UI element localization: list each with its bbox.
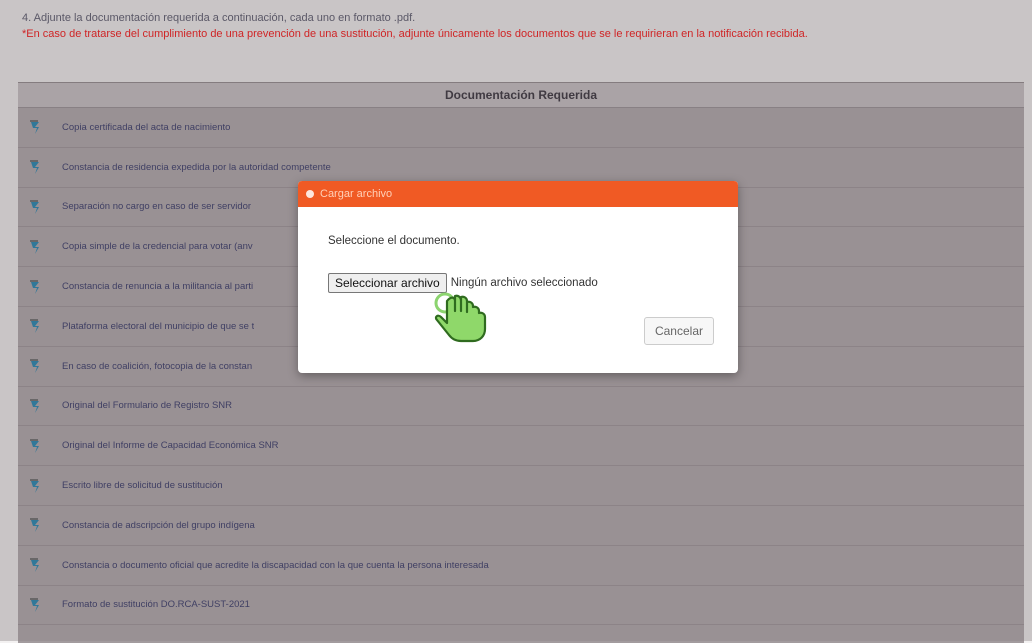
cancel-button[interactable]: Cancelar (643, 317, 714, 345)
upload-icon (306, 190, 314, 198)
hand-pointer-icon (434, 292, 487, 343)
page: 4. Adjunte la documentación requerida a … (0, 0, 1032, 643)
dialog-prompt: Seleccione el documento. (328, 235, 460, 247)
dialog-header: Cargar archivo (298, 181, 738, 207)
dialog-title: Cargar archivo (320, 188, 393, 200)
upload-dialog: Cargar archivo Seleccione el documento. … (298, 181, 738, 373)
dialog-body: Seleccione el documento. Seleccionar arc… (298, 207, 738, 373)
